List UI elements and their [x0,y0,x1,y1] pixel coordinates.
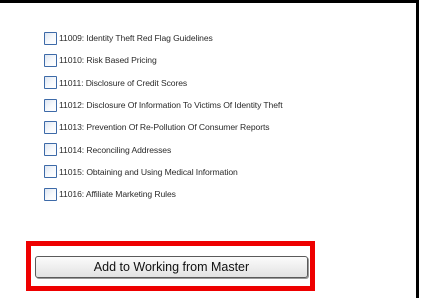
checkbox[interactable] [44,143,57,157]
checklist-item-11013[interactable]: 11013: Prevention Of Re-Pollution Of Con… [44,116,283,138]
panel-frame: 11009: Identity Theft Red Flag Guideline… [0,0,419,298]
checkbox[interactable] [44,98,57,112]
checkbox[interactable] [44,120,57,134]
checklist-item-11009[interactable]: 11009: Identity Theft Red Flag Guideline… [44,27,283,49]
checklist: 11009: Identity Theft Red Flag Guideline… [44,27,283,205]
add-to-working-from-master-button[interactable]: Add to Working from Master [35,256,308,278]
checklist-item-11012[interactable]: 11012: Disclosure Of Information To Vict… [44,94,283,116]
checkbox[interactable] [44,165,57,179]
checkbox[interactable] [44,76,57,90]
checklist-item-11014[interactable]: 11014: Reconciling Addresses [44,138,283,160]
checklist-item-label: 11016: Affiliate Marketing Rules [59,189,176,200]
checklist-item-11010[interactable]: 11010: Risk Based Pricing [44,49,283,71]
checklist-item-11015[interactable]: 11015: Obtaining and Using Medical Infor… [44,161,283,183]
checklist-item-11011[interactable]: 11011: Disclosure of Credit Scores [44,72,283,94]
checklist-item-label: 11014: Reconciling Addresses [59,144,172,155]
checklist-item-label: 11011: Disclosure of Credit Scores [59,77,188,88]
checkbox[interactable] [44,187,57,201]
checklist-item-11016[interactable]: 11016: Affiliate Marketing Rules [44,183,283,205]
checklist-item-label: 11010: Risk Based Pricing [59,55,157,66]
checklist-item-label: 11009: Identity Theft Red Flag Guideline… [59,33,213,44]
checklist-item-label: 11013: Prevention Of Re-Pollution Of Con… [59,122,270,133]
checkbox[interactable] [44,53,57,67]
checkbox[interactable] [44,31,57,45]
checklist-item-label: 11012: Disclosure Of Information To Vict… [59,100,283,111]
checklist-item-label: 11015: Obtaining and Using Medical Infor… [59,166,238,177]
